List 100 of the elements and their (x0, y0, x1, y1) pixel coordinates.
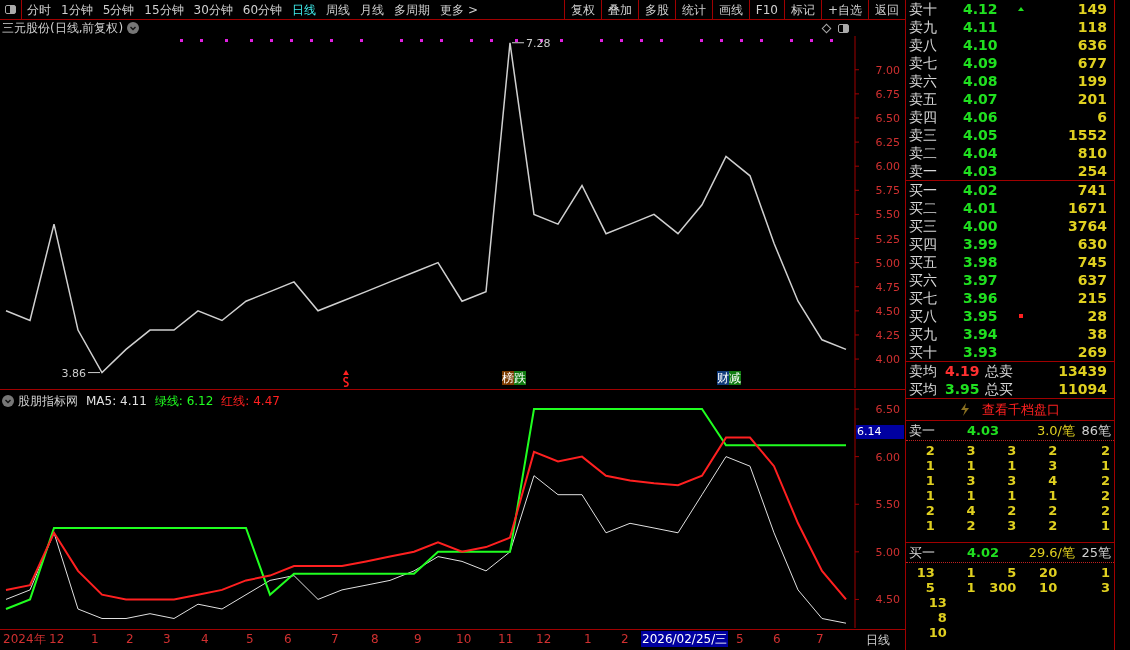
toolbar-button[interactable]: 复权 (563, 0, 601, 20)
toolbar-button[interactable]: 标记 (783, 0, 821, 20)
level-label: 卖九 (909, 17, 938, 37)
chevron-down-icon[interactable] (127, 22, 140, 34)
x-axis-label: 12 (535, 631, 553, 647)
period-tab[interactable]: 60分钟 (237, 0, 288, 19)
period-tab[interactable]: 多周期 (389, 0, 436, 19)
x-axis-label: 2026/02/25/三 (641, 631, 729, 647)
queue-cell-text: 3 (1006, 473, 1018, 488)
period-tab[interactable]: 5分钟 (97, 0, 140, 19)
period-tab[interactable]: 分时 (22, 0, 56, 19)
y-tick-label: 6.50 (875, 403, 900, 417)
y-tick-label: 4.75 (875, 280, 900, 294)
toolbar-button[interactable]: 返回 (868, 0, 905, 20)
queue-cell-text: 1 (1099, 518, 1110, 533)
queue-cell-text: 1 (965, 458, 977, 473)
level-label: 买一 (909, 180, 938, 200)
panel-toggle-icon[interactable] (838, 23, 849, 33)
x-axis-label: 7 (815, 631, 825, 647)
queue-price: 4.02 (967, 543, 1001, 562)
volume: 1552 (1067, 125, 1108, 145)
toolbar-button[interactable]: 统计 (674, 0, 712, 20)
total-label: 总买 (985, 379, 1014, 399)
level-label: 买五 (909, 252, 938, 272)
queue-cell-text: 300 (988, 580, 1018, 595)
y-tick-label: 6.25 (875, 136, 900, 150)
y-axis-tick: 4.50 (854, 593, 900, 607)
price: 4.03 (963, 161, 999, 181)
level-label: 买四 (909, 234, 938, 254)
period-label: 日线 (866, 632, 890, 649)
price: 4.08 (963, 71, 999, 91)
queue-cell-text: 2 (1099, 473, 1110, 488)
volume: 201 (1076, 89, 1108, 109)
queue-cell-text: 3 (1006, 443, 1018, 458)
level-label: 卖八 (909, 35, 938, 55)
period-tab[interactable]: 15分钟 (139, 0, 189, 19)
y-axis-tick: 5.00 (854, 545, 900, 559)
period-tab[interactable]: 30分钟 (188, 0, 238, 19)
price: 4.07 (963, 89, 999, 109)
depth-button[interactable]: 查看千档盘口 (906, 399, 1114, 421)
level-label: 卖六 (909, 71, 938, 91)
level-label: 买八 (909, 306, 938, 326)
queue-cell-text: 1 (924, 518, 936, 533)
y-axis-tick: 7.00 (854, 63, 900, 77)
x-axis-label: 4 (200, 631, 210, 647)
total-volume: 13439 (1057, 361, 1108, 381)
x-axis-label: 10 (455, 631, 473, 647)
x-axis-label: 2024年 (2, 631, 47, 647)
level-label: 买三 (909, 216, 938, 236)
period-tab[interactable]: 月线 (355, 0, 390, 19)
volume: 149 (1076, 0, 1108, 19)
queue-cell-text: 20 (1038, 565, 1059, 580)
period-tab[interactable]: 1分钟 (56, 0, 98, 19)
level-label: 卖二 (909, 143, 938, 163)
y-axis-tick: 6.75 (854, 87, 900, 101)
queue-cell-text: 5 (924, 580, 936, 595)
x-axis-label: 7 (330, 631, 340, 647)
price: 4.06 (963, 107, 999, 127)
x-axis-label: 5 (245, 631, 255, 647)
toolbar-button[interactable]: F10 (748, 0, 784, 20)
volume: 6 (1096, 107, 1108, 127)
high-price-label: 7.28 (511, 36, 551, 50)
x-axis-label: 6 (283, 631, 293, 647)
period-tab[interactable]: 日线 (287, 0, 322, 19)
period-tab[interactable]: 更多 > (435, 0, 483, 19)
queue-cell-text: 1 (1047, 488, 1059, 503)
y-tick-label: 4.25 (875, 328, 900, 342)
period-tab[interactable]: 周线 (321, 0, 356, 19)
level-label: 卖十 (909, 0, 938, 19)
total-volume: 11094 (1057, 379, 1108, 399)
volume: 215 (1076, 288, 1108, 308)
queue-cell-text: 1 (924, 458, 936, 473)
chevron-down-icon[interactable] (2, 395, 14, 407)
toolbar-button[interactable]: +自选 (820, 0, 868, 20)
queue-cell-text: 2 (924, 443, 936, 458)
level-label: 卖三 (909, 125, 938, 145)
price: 4.01 (963, 198, 999, 218)
volume: 3764 (1067, 216, 1108, 236)
y-axis-tick: 6.00 (854, 450, 900, 464)
per-order: 3.0/笔 (1035, 421, 1075, 440)
y-axis-tick: 5.50 (854, 498, 900, 512)
price: 4.11 (963, 17, 999, 37)
price: 4.12 (963, 0, 999, 19)
volume: 630 (1076, 234, 1108, 254)
volume: 28 (1086, 306, 1108, 326)
toolbar-button[interactable]: 画线 (711, 0, 749, 20)
toolbar-button[interactable]: 叠加 (600, 0, 638, 20)
volume: 118 (1076, 17, 1108, 37)
toolbar-button[interactable]: 多股 (637, 0, 675, 20)
volume: 38 (1086, 324, 1108, 344)
level-label: 卖五 (909, 89, 938, 109)
per-order: 29.6/笔 (1027, 543, 1075, 562)
volume: 741 (1076, 180, 1108, 200)
volume: 637 (1076, 270, 1108, 290)
panel-toggle-icon[interactable] (5, 5, 16, 14)
queue-cell-text: 4 (1047, 473, 1059, 488)
y-tick-label: 4.00 (875, 353, 900, 367)
price: 3.94 (963, 324, 999, 344)
level-label: 卖七 (909, 53, 938, 73)
price: 3.98 (963, 252, 999, 272)
